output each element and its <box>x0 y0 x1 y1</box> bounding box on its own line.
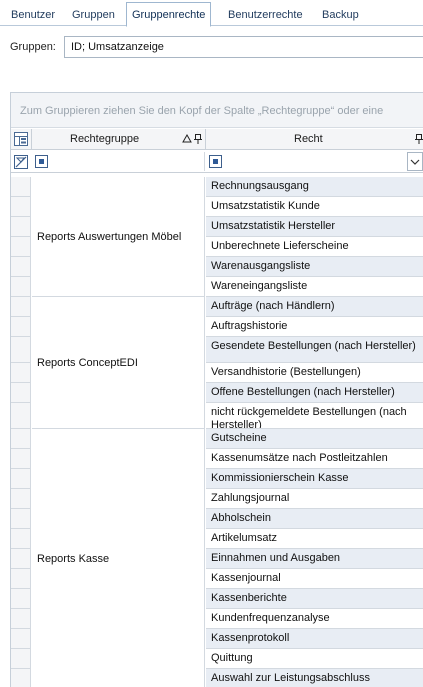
row-selector[interactable] <box>11 177 31 197</box>
recht-cell[interactable]: Kassenprotokoll <box>206 629 423 649</box>
row-selector[interactable] <box>11 197 31 217</box>
row-selector[interactable] <box>11 237 31 257</box>
rechtegruppe-cell[interactable]: Reports Kasse <box>32 429 205 687</box>
row-selector[interactable] <box>11 609 31 629</box>
recht-cell[interactable]: Offene Bestellungen (nach Hersteller) <box>206 383 423 403</box>
clear-filter-icon[interactable] <box>14 155 28 169</box>
recht-cell[interactable]: Aufträge (nach Händlern) <box>206 297 423 317</box>
row-selector[interactable] <box>11 649 31 669</box>
row-selector[interactable] <box>11 337 31 363</box>
recht-cell[interactable]: Unberechnete Lieferscheine <box>206 237 423 257</box>
recht-cell[interactable]: Umsatzstatistik Kunde <box>206 197 423 217</box>
row-selector[interactable] <box>11 403 31 429</box>
recht-cell[interactable]: Zahlungsjournal <box>206 489 423 509</box>
recht-cell[interactable]: Versandhistorie (Bestellungen) <box>206 363 423 383</box>
tab-benutzerrechte[interactable]: Benutzerrechte <box>226 4 305 26</box>
column-header-rechtegruppe[interactable]: Rechtegruppe <box>32 129 206 150</box>
recht-cell[interactable]: Gutscheine <box>206 429 423 449</box>
tab-backup[interactable]: Backup <box>320 4 361 26</box>
recht-cell[interactable]: Rechnungsausgang <box>206 177 423 197</box>
row-selector[interactable] <box>11 429 31 449</box>
recht-cell[interactable]: Kassenjournal <box>206 569 423 589</box>
gruppen-label: Gruppen: <box>10 41 56 53</box>
recht-cell[interactable]: Kundenfrequenzanalyse <box>206 609 423 629</box>
row-selector[interactable] <box>11 449 31 469</box>
tab-gruppen[interactable]: Gruppen <box>70 4 117 26</box>
row-selector[interactable] <box>11 489 31 509</box>
recht-cell[interactable]: Warenausgangsliste <box>206 257 423 277</box>
recht-cell[interactable]: Wareneingangsliste <box>206 277 423 297</box>
filter-checkbox-rechtegruppe[interactable] <box>35 155 48 168</box>
recht-cell[interactable]: nicht rückgemeldete Bestellungen (nach H… <box>206 403 423 429</box>
recht-cell[interactable]: Kassenberichte <box>206 589 423 609</box>
rechtegruppe-cell[interactable]: Reports ConceptEDI <box>32 297 205 429</box>
column-chooser-header[interactable] <box>11 129 32 150</box>
recht-cell[interactable]: Quittung <box>206 649 423 669</box>
row-selector[interactable] <box>11 629 31 649</box>
row-selector[interactable] <box>11 317 31 337</box>
row-selector[interactable] <box>11 363 31 383</box>
recht-cell[interactable]: Gesendete Bestellungen (nach Hersteller) <box>206 337 423 363</box>
group-by-panel[interactable]: Zum Gruppieren ziehen Sie den Kopf der S… <box>11 93 423 128</box>
chevron-down-icon <box>410 159 420 165</box>
gruppen-field[interactable]: ID; Umsatzanzeige <box>64 36 423 58</box>
tab-benutzer[interactable]: Benutzer <box>9 4 57 26</box>
row-selector[interactable] <box>11 469 31 489</box>
tab-bar: Benutzer Gruppen Gruppenrechte Benutzerr… <box>0 0 423 27</box>
filter-dropdown-button[interactable] <box>407 152 423 171</box>
row-selector[interactable] <box>11 509 31 529</box>
row-selector[interactable] <box>11 277 31 297</box>
pin-icon[interactable] <box>415 134 423 144</box>
row-selector[interactable] <box>11 217 31 237</box>
recht-cell[interactable]: Auftragshistorie <box>206 317 423 337</box>
row-selector[interactable] <box>11 669 31 687</box>
filter-input-rechtegruppe[interactable] <box>51 152 205 171</box>
row-selector[interactable] <box>11 589 31 609</box>
recht-cell[interactable]: Umsatzstatistik Hersteller <box>206 217 423 237</box>
sort-ascending-icon[interactable] <box>182 134 192 144</box>
recht-cell[interactable]: Kommissionierschein Kasse <box>206 469 423 489</box>
row-selector[interactable] <box>11 297 31 317</box>
row-selector[interactable] <box>11 529 31 549</box>
row-selector[interactable] <box>11 257 31 277</box>
row-selector[interactable] <box>11 383 31 403</box>
tab-gruppenrechte[interactable]: Gruppenrechte <box>126 2 212 27</box>
filter-checkbox-recht[interactable] <box>209 155 222 168</box>
column-header-recht[interactable]: Recht <box>206 129 423 150</box>
filter-input-recht[interactable] <box>225 152 405 171</box>
recht-cell[interactable]: Einnahmen und Ausgaben <box>206 549 423 569</box>
column-header-recht-label: Recht <box>294 133 323 145</box>
rights-grid: Zum Gruppieren ziehen Sie den Kopf der S… <box>10 92 423 687</box>
recht-cell[interactable]: Auswahl zur Leistungsabschluss <box>206 669 423 687</box>
recht-cell[interactable]: Kassenumsätze nach Postleitzahlen <box>206 449 423 469</box>
group-by-hint: Zum Gruppieren ziehen Sie den Kopf der S… <box>20 105 384 117</box>
row-selector[interactable] <box>11 569 31 589</box>
row-selector[interactable] <box>11 549 31 569</box>
column-header-rechtegruppe-label: Rechtegruppe <box>70 133 140 145</box>
recht-cell[interactable]: Abholschein <box>206 509 423 529</box>
recht-cell[interactable]: Artikelumsatz <box>206 529 423 549</box>
column-chooser-icon <box>14 132 28 146</box>
rechtegruppe-cell[interactable]: Reports Auswertungen Möbel <box>32 177 205 297</box>
pin-icon[interactable] <box>194 134 202 144</box>
filter-row <box>11 151 423 173</box>
